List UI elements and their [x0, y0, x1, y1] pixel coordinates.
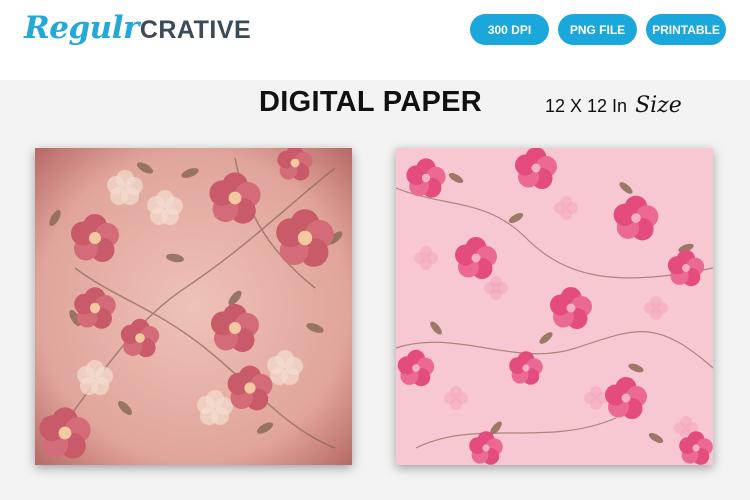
feature-badges: 300 DPI PNG FILE PRINTABLE: [470, 14, 726, 45]
size-label: 12 X 12 In Size: [545, 93, 682, 118]
badge-dpi: 300 DPI: [470, 14, 549, 45]
badge-printable: PRINTABLE: [646, 14, 726, 45]
paper-preview-vintage[interactable]: [35, 148, 352, 465]
badge-file-type: PNG FILE: [558, 14, 637, 45]
brand-logo[interactable]: Regulr CRATIVE: [24, 10, 251, 60]
size-script-word: Size: [635, 93, 682, 118]
logo-bold-text: CRATIVE: [139, 16, 252, 44]
paper-preview-bright[interactable]: [396, 148, 713, 465]
size-dimensions: 12 X 12 In: [545, 96, 628, 116]
vintage-floral-pattern: [35, 148, 352, 465]
bright-floral-pattern: [396, 148, 713, 465]
logo-script-text: Regulr: [24, 10, 139, 46]
page-title: DIGITAL PAPER: [259, 86, 483, 118]
header-bar: Regulr CRATIVE 300 DPI PNG FILE PRINTABL…: [0, 0, 750, 80]
